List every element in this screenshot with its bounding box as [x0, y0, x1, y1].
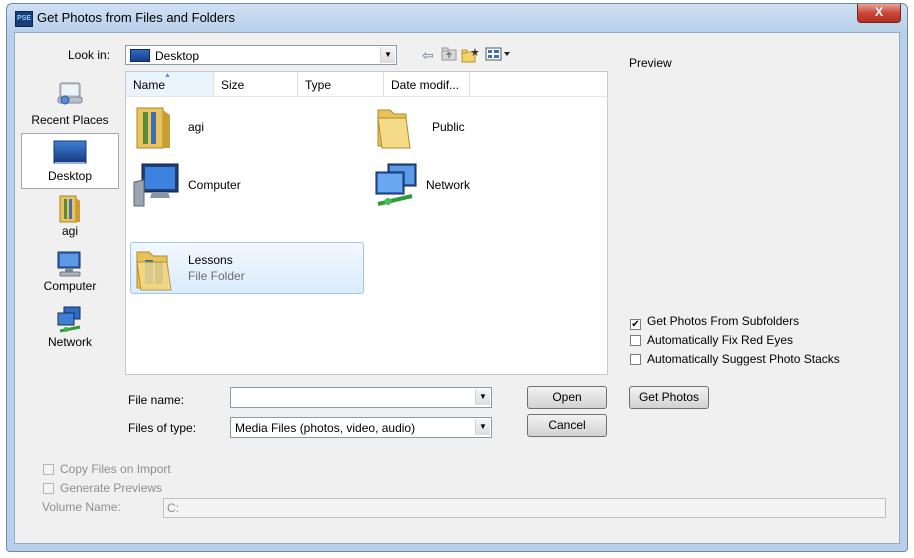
file-name: Public: [432, 120, 465, 134]
place-agi[interactable]: agi: [21, 191, 119, 243]
checkbox-icon[interactable]: [630, 335, 641, 346]
file-item-network[interactable]: Network: [370, 158, 600, 212]
checkbox-icon[interactable]: [630, 354, 641, 365]
places-bar: Recent Places Desktop agi Computer Netwo…: [21, 73, 119, 378]
option-label: Automatically Suggest Photo Stacks: [647, 352, 840, 366]
place-label: Desktop: [47, 169, 93, 183]
user-folder-icon: [59, 195, 80, 223]
place-recent-places[interactable]: Recent Places: [21, 73, 119, 131]
title-bar[interactable]: PSE Get Photos from Files and Folders X: [7, 4, 907, 32]
lookin-dropdown[interactable]: Desktop ▼: [125, 45, 397, 65]
app-icon: PSE: [15, 11, 33, 27]
place-label: agi: [61, 224, 78, 238]
file-name: Lessons: [188, 253, 233, 267]
file-list[interactable]: Name ▲ Size Type Date modif... agi Public…: [125, 71, 608, 375]
close-button[interactable]: X: [857, 4, 901, 23]
place-label: Computer: [43, 279, 97, 293]
folder-icon: [377, 109, 411, 149]
header-divider: [126, 96, 607, 97]
view-menu-icon[interactable]: [485, 47, 513, 63]
option-fix-red-eyes[interactable]: Automatically Fix Red Eyes: [630, 333, 793, 347]
chevron-down-icon[interactable]: ▼: [380, 47, 395, 63]
filetype-dropdown[interactable]: Media Files (photos, video, audio) ▼: [230, 417, 492, 438]
column-header-date[interactable]: Date modif...: [384, 72, 470, 96]
network-icon: [375, 163, 417, 206]
sort-arrow-icon: ▲: [164, 72, 171, 79]
volume-name-field[interactable]: C:: [163, 498, 886, 518]
file-item-lessons[interactable]: Lessons File Folder: [130, 242, 364, 294]
preview-label: Preview: [629, 56, 672, 70]
option-suggest-stacks[interactable]: Automatically Suggest Photo Stacks: [630, 352, 840, 366]
file-name: agi: [188, 120, 205, 134]
option-get-subfolders[interactable]: ✔ Get Photos From Subfolders: [630, 314, 799, 330]
folder-icon: [136, 251, 172, 291]
checkbox-icon[interactable]: [43, 483, 54, 494]
open-button[interactable]: Open: [527, 386, 607, 409]
place-label: Network: [47, 335, 92, 349]
column-header-name[interactable]: Name ▲: [126, 72, 214, 96]
file-name: Network: [426, 178, 471, 192]
network-icon: [57, 306, 81, 333]
lookin-value: Desktop: [155, 49, 200, 63]
place-network[interactable]: Network: [21, 301, 119, 355]
option-label: Get Photos From Subfolders: [647, 314, 800, 328]
computer-icon: [133, 163, 179, 207]
generate-previews-checkbox[interactable]: Generate Previews: [43, 481, 162, 495]
file-name: Computer: [188, 178, 241, 192]
checkbox-icon[interactable]: [43, 464, 54, 475]
place-desktop[interactable]: Desktop: [21, 133, 119, 189]
file-type: File Folder: [188, 269, 245, 283]
new-folder-icon[interactable]: [461, 47, 479, 63]
cancel-button[interactable]: Cancel: [527, 414, 607, 437]
window-title: Get Photos from Files and Folders: [37, 10, 235, 25]
checkbox-checked-icon[interactable]: ✔: [630, 319, 641, 330]
place-computer[interactable]: Computer: [21, 245, 119, 299]
chevron-down-icon[interactable]: ▼: [475, 419, 490, 435]
filename-input[interactable]: ▼: [230, 387, 492, 408]
filetype-value: Media Files (photos, video, audio): [235, 421, 416, 435]
desktop-icon: [130, 49, 150, 62]
user-folder-icon: [136, 107, 170, 149]
up-folder-icon[interactable]: [441, 47, 457, 63]
volume-name-label: Volume Name:: [42, 500, 121, 514]
option-label: Automatically Fix Red Eyes: [647, 333, 794, 347]
get-photos-button[interactable]: Get Photos: [629, 386, 709, 409]
option-label: Generate Previews: [60, 481, 163, 495]
file-item-agi[interactable]: agi: [130, 100, 360, 154]
lookin-label: Look in:: [68, 48, 111, 62]
filename-label: File name:: [128, 393, 185, 407]
chevron-down-icon[interactable]: ▼: [475, 389, 490, 405]
file-item-public[interactable]: Public: [370, 100, 600, 154]
column-header-size[interactable]: Size: [214, 72, 298, 96]
dialog-window: PSE Get Photos from Files and Folders X …: [6, 3, 908, 552]
filetype-label: Files of type:: [128, 421, 197, 435]
recent-places-icon: [57, 82, 83, 105]
back-icon[interactable]: ⇦: [420, 47, 436, 63]
file-item-computer[interactable]: Computer: [130, 158, 360, 212]
place-label: Recent Places: [31, 113, 109, 127]
desktop-icon: [53, 140, 87, 164]
copy-files-checkbox[interactable]: Copy Files on Import: [43, 462, 171, 476]
option-label: Copy Files on Import: [60, 462, 171, 476]
dialog-body: Look in: Desktop ▼ ⇦ Preview Recent Plac…: [14, 32, 900, 544]
computer-icon: [57, 251, 81, 277]
column-header-type[interactable]: Type: [298, 72, 384, 96]
